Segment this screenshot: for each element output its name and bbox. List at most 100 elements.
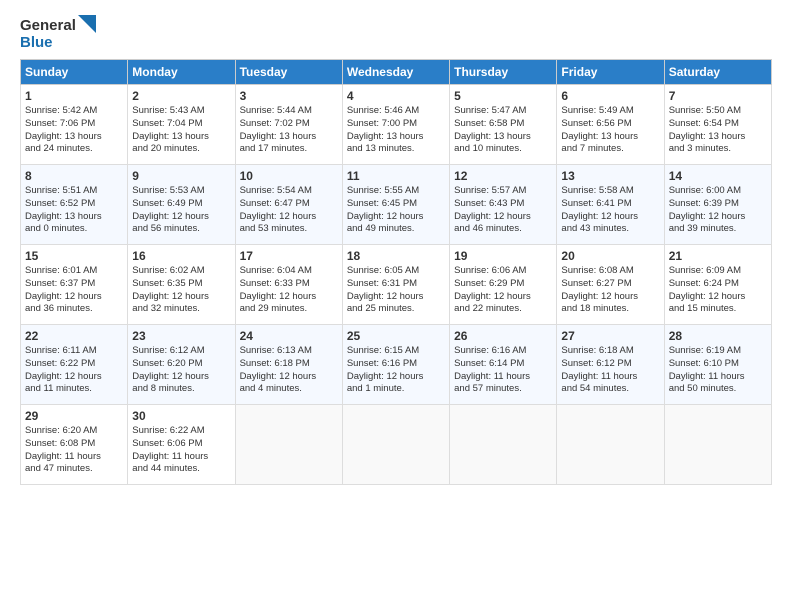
day-info: Sunrise: 6:05 AM Sunset: 6:31 PM Dayligh… — [347, 265, 445, 316]
calendar-header-row: SundayMondayTuesdayWednesdayThursdayFrid… — [21, 60, 772, 85]
day-number: 18 — [347, 249, 445, 263]
calendar-cell: 9Sunrise: 5:53 AM Sunset: 6:49 PM Daylig… — [128, 165, 235, 245]
weekday-header-monday: Monday — [128, 60, 235, 85]
day-info: Sunrise: 6:01 AM Sunset: 6:37 PM Dayligh… — [25, 265, 123, 316]
day-number: 13 — [561, 169, 659, 183]
day-number: 1 — [25, 89, 123, 103]
calendar-cell: 13 Sunrise: 5:58 AM Sunset: 6:41 PM Dayli… — [557, 165, 664, 245]
day-number: 23 — [132, 329, 230, 343]
day-info: Sunrise: 6:08 AM Sunset: 6:27 PM Dayligh… — [561, 265, 659, 316]
day-info: Sunrise: 5:49 AM Sunset: 6:56 PM Dayligh… — [561, 105, 659, 156]
day-number: 2 — [132, 89, 230, 103]
calendar-week-1: 1 Sunrise: 5:42 AM Sunset: 7:06 PM Daylig… — [21, 85, 772, 165]
header: General Blue — [20, 18, 772, 51]
calendar-cell: 29Sunrise: 6:20 AM Sunset: 6:08 PM Dayli… — [21, 405, 128, 485]
day-info: Sunrise: 5:53 AM Sunset: 6:49 PM Dayligh… — [132, 185, 230, 236]
day-number: 3 — [240, 89, 338, 103]
calendar-cell: 26Sunrise: 6:16 AM Sunset: 6:14 PM Dayli… — [450, 325, 557, 405]
day-number: 24 — [240, 329, 338, 343]
calendar-cell: 18 Sunrise: 6:05 AM Sunset: 6:31 PM Dayli… — [342, 245, 449, 325]
calendar-cell: 7Sunrise: 5:50 AM Sunset: 6:54 PM Daylig… — [664, 85, 771, 165]
day-number: 20 — [561, 249, 659, 263]
calendar-cell — [664, 405, 771, 485]
calendar-cell: 2Sunrise: 5:43 AM Sunset: 7:04 PM Daylig… — [128, 85, 235, 165]
day-info: Sunrise: 6:16 AM Sunset: 6:14 PM Dayligh… — [454, 345, 552, 396]
day-info: Sunrise: 5:44 AM Sunset: 7:02 PM Dayligh… — [240, 105, 338, 156]
calendar-cell: 4 Sunrise: 5:46 AM Sunset: 7:00 PM Daylig… — [342, 85, 449, 165]
page: General Blue SundayMondayTuesdayWednesda… — [0, 0, 792, 612]
day-number: 21 — [669, 249, 767, 263]
calendar-table: SundayMondayTuesdayWednesdayThursdayFrid… — [20, 59, 772, 485]
day-info: Sunrise: 6:22 AM Sunset: 6:06 PM Dayligh… — [132, 425, 230, 476]
day-info: Sunrise: 6:02 AM Sunset: 6:35 PM Dayligh… — [132, 265, 230, 316]
calendar-cell: 8Sunrise: 5:51 AM Sunset: 6:52 PM Daylig… — [21, 165, 128, 245]
logo-general: General — [20, 18, 76, 35]
calendar-cell — [342, 405, 449, 485]
calendar-week-4: 22Sunrise: 6:11 AM Sunset: 6:22 PM Dayli… — [21, 325, 772, 405]
calendar-cell: 24 Sunrise: 6:13 AM Sunset: 6:18 PM Dayli… — [235, 325, 342, 405]
calendar-cell: 20 Sunrise: 6:08 AM Sunset: 6:27 PM Dayli… — [557, 245, 664, 325]
day-number: 5 — [454, 89, 552, 103]
calendar-cell: 25 Sunrise: 6:15 AM Sunset: 6:16 PM Dayli… — [342, 325, 449, 405]
day-number: 16 — [132, 249, 230, 263]
calendar-cell: 6 Sunrise: 5:49 AM Sunset: 6:56 PM Daylig… — [557, 85, 664, 165]
calendar-cell: 23 Sunrise: 6:12 AM Sunset: 6:20 PM Dayli… — [128, 325, 235, 405]
day-number: 29 — [25, 409, 123, 423]
calendar-cell — [557, 405, 664, 485]
day-info: Sunrise: 6:00 AM Sunset: 6:39 PM Dayligh… — [669, 185, 767, 236]
day-info: Sunrise: 5:54 AM Sunset: 6:47 PM Dayligh… — [240, 185, 338, 236]
day-info: Sunrise: 5:42 AM Sunset: 7:06 PM Dayligh… — [25, 105, 123, 156]
weekday-header-thursday: Thursday — [450, 60, 557, 85]
logo-blue: Blue — [20, 35, 53, 52]
calendar-week-3: 15 Sunrise: 6:01 AM Sunset: 6:37 PM Dayli… — [21, 245, 772, 325]
day-info: Sunrise: 5:51 AM Sunset: 6:52 PM Dayligh… — [25, 185, 123, 236]
day-number: 17 — [240, 249, 338, 263]
day-info: Sunrise: 5:55 AM Sunset: 6:45 PM Dayligh… — [347, 185, 445, 236]
day-info: Sunrise: 5:46 AM Sunset: 7:00 PM Dayligh… — [347, 105, 445, 156]
calendar-cell: 5Sunrise: 5:47 AM Sunset: 6:58 PM Daylig… — [450, 85, 557, 165]
day-info: Sunrise: 6:15 AM Sunset: 6:16 PM Dayligh… — [347, 345, 445, 396]
calendar-cell: 10 Sunrise: 5:54 AM Sunset: 6:47 PM Dayli… — [235, 165, 342, 245]
calendar-cell: 22Sunrise: 6:11 AM Sunset: 6:22 PM Dayli… — [21, 325, 128, 405]
weekday-header-friday: Friday — [557, 60, 664, 85]
calendar-cell: 16 Sunrise: 6:02 AM Sunset: 6:35 PM Dayli… — [128, 245, 235, 325]
day-number: 4 — [347, 89, 445, 103]
calendar-cell: 12Sunrise: 5:57 AM Sunset: 6:43 PM Dayli… — [450, 165, 557, 245]
calendar-cell: 21 Sunrise: 6:09 AM Sunset: 6:24 PM Dayli… — [664, 245, 771, 325]
day-number: 15 — [25, 249, 123, 263]
day-number: 27 — [561, 329, 659, 343]
weekday-header-sunday: Sunday — [21, 60, 128, 85]
day-number: 19 — [454, 249, 552, 263]
day-info: Sunrise: 6:06 AM Sunset: 6:29 PM Dayligh… — [454, 265, 552, 316]
calendar-cell — [235, 405, 342, 485]
logo-arrow-icon — [78, 15, 96, 33]
calendar-cell: 19 Sunrise: 6:06 AM Sunset: 6:29 PM Dayli… — [450, 245, 557, 325]
weekday-header-saturday: Saturday — [664, 60, 771, 85]
calendar-cell: 27Sunrise: 6:18 AM Sunset: 6:12 PM Dayli… — [557, 325, 664, 405]
day-number: 30 — [132, 409, 230, 423]
calendar-cell: 17 Sunrise: 6:04 AM Sunset: 6:33 PM Dayli… — [235, 245, 342, 325]
day-number: 6 — [561, 89, 659, 103]
day-info: Sunrise: 5:58 AM Sunset: 6:41 PM Dayligh… — [561, 185, 659, 236]
calendar-cell: 28Sunrise: 6:19 AM Sunset: 6:10 PM Dayli… — [664, 325, 771, 405]
day-info: Sunrise: 6:04 AM Sunset: 6:33 PM Dayligh… — [240, 265, 338, 316]
calendar-week-5: 29Sunrise: 6:20 AM Sunset: 6:08 PM Dayli… — [21, 405, 772, 485]
day-info: Sunrise: 5:50 AM Sunset: 6:54 PM Dayligh… — [669, 105, 767, 156]
calendar-cell: 30 Sunrise: 6:22 AM Sunset: 6:06 PM Dayli… — [128, 405, 235, 485]
logo-container: General Blue — [20, 18, 96, 51]
logo: General Blue — [20, 18, 96, 51]
calendar-week-2: 8Sunrise: 5:51 AM Sunset: 6:52 PM Daylig… — [21, 165, 772, 245]
day-number: 11 — [347, 169, 445, 183]
day-number: 28 — [669, 329, 767, 343]
day-info: Sunrise: 6:09 AM Sunset: 6:24 PM Dayligh… — [669, 265, 767, 316]
day-number: 12 — [454, 169, 552, 183]
calendar-cell: 15 Sunrise: 6:01 AM Sunset: 6:37 PM Dayli… — [21, 245, 128, 325]
day-info: Sunrise: 6:12 AM Sunset: 6:20 PM Dayligh… — [132, 345, 230, 396]
day-number: 10 — [240, 169, 338, 183]
day-number: 25 — [347, 329, 445, 343]
day-info: Sunrise: 6:11 AM Sunset: 6:22 PM Dayligh… — [25, 345, 123, 396]
calendar-cell — [450, 405, 557, 485]
weekday-header-tuesday: Tuesday — [235, 60, 342, 85]
calendar-cell: 1 Sunrise: 5:42 AM Sunset: 7:06 PM Daylig… — [21, 85, 128, 165]
day-info: Sunrise: 6:13 AM Sunset: 6:18 PM Dayligh… — [240, 345, 338, 396]
